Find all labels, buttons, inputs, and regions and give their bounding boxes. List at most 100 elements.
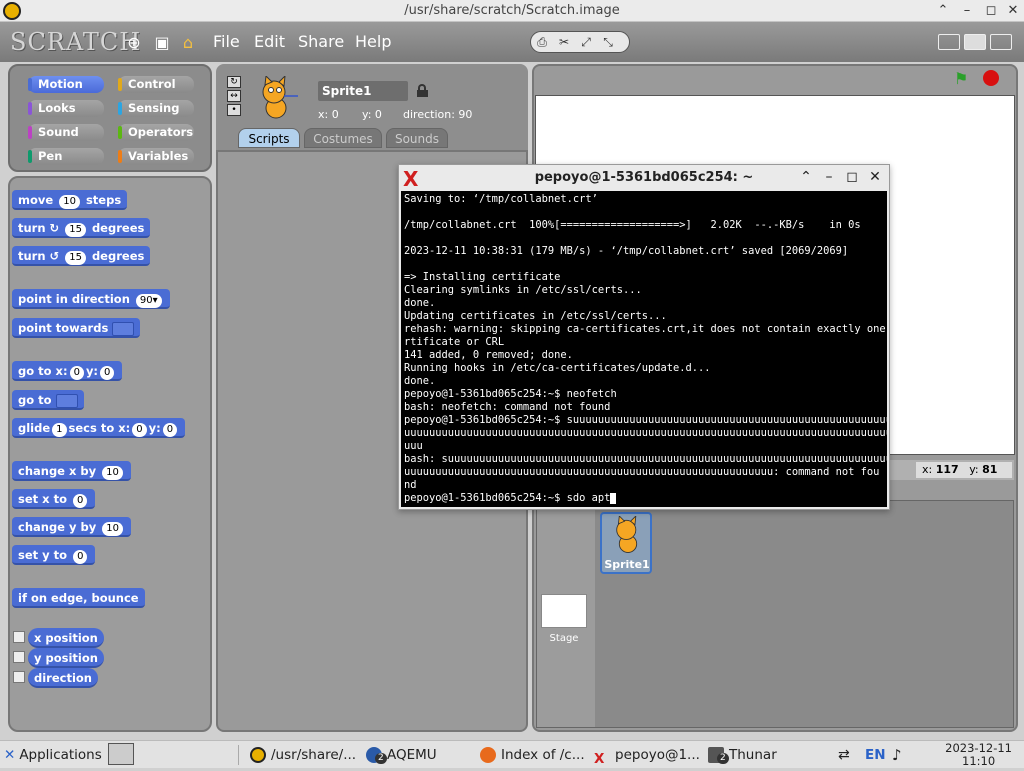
duplicate-stamp-icon[interactable]: ⎙ [531, 32, 553, 52]
terminal-line: bash: suuuuuuuuuuuuuuuuuuuuuuuuuuuuuuuuu… [404, 453, 887, 465]
sprite-thumb-label: Sprite1 [604, 558, 650, 571]
grow-icon[interactable]: ⤢ [575, 32, 597, 52]
reporter-direction[interactable]: direction [28, 668, 98, 688]
show-desktop-icon[interactable] [108, 743, 134, 765]
terminal-line: 141 added, 0 removed; done. [404, 349, 573, 361]
no-rotate-icon[interactable]: • [227, 104, 241, 116]
menu-file[interactable]: File [213, 32, 240, 51]
reporter-y-position[interactable]: y position [28, 648, 104, 668]
rotation-style-buttons: ↻ ↔ • [227, 76, 241, 120]
category-control[interactable]: Control [118, 76, 194, 93]
menu-help[interactable]: Help [355, 32, 391, 51]
category-pen[interactable]: Pen [28, 148, 104, 165]
presentation-mode-icon[interactable] [990, 34, 1012, 50]
block-point-towards[interactable]: point towards [12, 318, 141, 338]
reporter-x-position[interactable]: x position [28, 628, 104, 648]
category-sensing[interactable]: Sensing [118, 100, 194, 117]
scratch-task-icon [250, 747, 266, 763]
terminal-line: Saving to: ‘/tmp/collabnet.crt’ [404, 193, 598, 205]
terminal-line: /tmp/collabnet.crt 100%[================… [404, 219, 861, 231]
terminal-line: Running hooks in /etc/ca-certificates/up… [404, 362, 711, 374]
applications-menu[interactable]: ✕ Applications [4, 743, 102, 767]
green-flag-icon[interactable]: ⚑ [954, 69, 974, 88]
terminal-line: done. [404, 297, 436, 309]
terminal-close-icon[interactable]: ✕ [866, 168, 884, 186]
terminal-line: Updating certificates in /etc/ssl/certs.… [404, 310, 667, 322]
task-thunar[interactable]: Thunar 2 [708, 743, 777, 767]
block-change-y[interactable]: change y by 10 [12, 517, 131, 537]
shrink-icon[interactable]: ⤡ [597, 32, 619, 52]
tab-scripts[interactable]: Scripts [238, 128, 300, 148]
block-if-on-edge-bounce[interactable]: if on edge, bounce [12, 588, 145, 608]
small-stage-icon[interactable] [938, 34, 960, 50]
keyboard-layout[interactable]: EN [865, 743, 886, 767]
terminal-output[interactable]: Saving to: ‘/tmp/collabnet.crt’ /tmp/coll… [401, 191, 887, 507]
scratch-logo: SCRATCH [10, 28, 142, 56]
terminal-line: pepoyo@1-5361bd065c254:~$ suuuuuuuuuuuuu… [404, 414, 887, 426]
block-turn-ccw[interactable]: turn ↺ 15 degrees [12, 246, 151, 266]
y-position-checkbox[interactable] [13, 651, 25, 663]
terminal-line: uuuuuuuuuuuuuuuuuuuuuuuuuuuuuuuuuuuuuuuu… [404, 466, 880, 478]
window-title: /usr/share/scratch/Scratch.image [404, 3, 620, 18]
terminal-minimize-icon[interactable]: – [820, 168, 838, 186]
terminal-cursor [610, 492, 617, 504]
maximize-button[interactable]: ◻ [982, 2, 1000, 20]
block-set-x[interactable]: set x to 0 [12, 489, 96, 509]
clock[interactable]: 2023-12-11 11:10 [945, 742, 1012, 768]
language-globe-icon[interactable]: ⊕ [124, 33, 144, 53]
category-sound[interactable]: Sound [28, 124, 104, 141]
tab-costumes[interactable]: Costumes [304, 128, 382, 148]
category-operators[interactable]: Operators [118, 124, 194, 141]
rotate-all-icon[interactable]: ↻ [227, 76, 241, 88]
block-change-x[interactable]: change x by 10 [12, 461, 131, 481]
terminal-line: => Installing certificate [404, 271, 561, 283]
terminal-prompt[interactable]: pepoyo@1-5361bd065c254:~$ sdo apt [404, 492, 887, 505]
stage-thumbnail[interactable] [541, 594, 587, 628]
direction-checkbox[interactable] [13, 671, 25, 683]
task-browser[interactable]: Index of /c... [480, 743, 585, 767]
tab-sounds[interactable]: Sounds [386, 128, 448, 148]
block-glide[interactable]: glide 1 secs to x: 0 y: 0 [12, 418, 186, 438]
terminal-line: nd [404, 479, 417, 491]
block-go-to[interactable]: go to [12, 390, 84, 410]
task-aqemu[interactable]: AQEMU 2 [366, 743, 437, 767]
sprite-x: x: 0 [318, 108, 339, 121]
block-point-in-direction[interactable]: point in direction 90▾ [12, 289, 170, 309]
lock-icon[interactable] [417, 84, 428, 97]
mouse-coordinates: x: 117 y: 81 [916, 462, 1012, 478]
category-motion[interactable]: Motion [28, 76, 104, 93]
menu-edit[interactable]: Edit [254, 32, 285, 51]
stop-sign-icon[interactable] [983, 70, 999, 86]
network-icon[interactable]: ⇄ [838, 743, 850, 767]
normal-stage-icon[interactable] [964, 34, 986, 50]
save-disk-icon[interactable]: ▣ [152, 33, 172, 53]
terminal-line: pepoyo@1-5361bd065c254:~$ neofetch [404, 388, 617, 400]
block-go-to-xy[interactable]: go to x: 0 y: 0 [12, 361, 123, 381]
shade-button[interactable]: ⌃ [934, 2, 952, 20]
delete-scissors-icon[interactable]: ✂ [553, 32, 575, 52]
category-looks[interactable]: Looks [28, 100, 104, 117]
terminal-shade-icon[interactable]: ⌃ [797, 168, 815, 186]
terminal-line: uuuuuuuuuuuuuuuuuuuuuuuuuuuuuuuuuuuuuuuu… [404, 427, 887, 439]
task-terminal[interactable]: Xpepoyo@1... [594, 743, 700, 767]
share-house-icon[interactable]: ⌂ [178, 33, 198, 53]
sprite-direction: direction: 90 [403, 108, 473, 121]
sprite-name-field[interactable]: Sprite1 [318, 81, 408, 101]
block-turn-cw[interactable]: turn ↻ 15 degrees [12, 218, 151, 238]
task-scratch[interactable]: /usr/share/... [250, 743, 356, 767]
block-set-y[interactable]: set y to 0 [12, 545, 96, 565]
sprite-y: y: 0 [362, 108, 382, 121]
block-move[interactable]: move 10 steps [12, 190, 128, 210]
firefox-icon [480, 747, 496, 763]
flip-lr-icon[interactable]: ↔ [227, 90, 241, 102]
category-variables[interactable]: Variables [118, 148, 194, 165]
close-button[interactable]: ✕ [1004, 2, 1022, 20]
menu-share[interactable]: Share [298, 32, 344, 51]
minimize-button[interactable]: – [958, 2, 976, 20]
volume-icon[interactable]: ♪ [892, 743, 902, 767]
x-position-checkbox[interactable] [13, 631, 25, 643]
terminal-titlebar: X pepoyo@1-5361bd065c254: ~ ⌃ – ◻ ✕ [399, 165, 889, 191]
terminal-maximize-icon[interactable]: ◻ [843, 168, 861, 186]
terminal-title: pepoyo@1-5361bd065c254: ~ [534, 170, 754, 185]
